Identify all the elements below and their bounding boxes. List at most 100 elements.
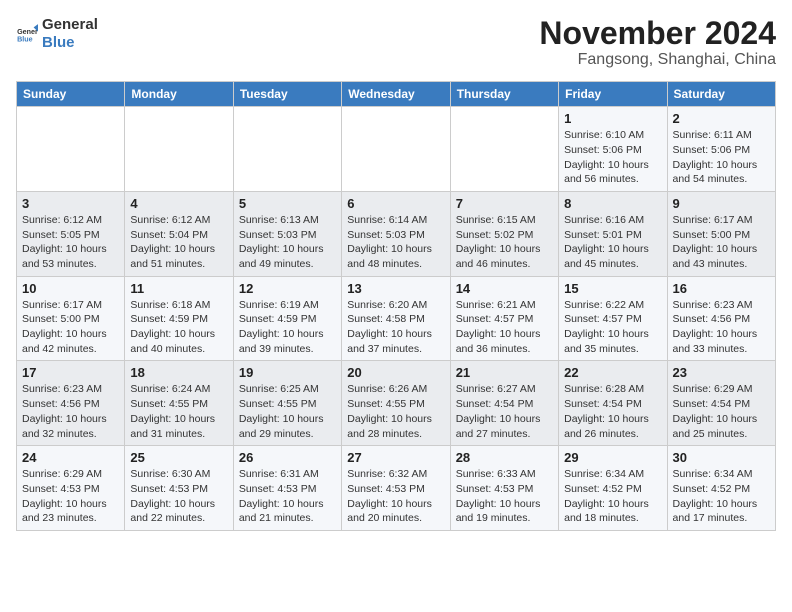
calendar-cell: 2 Sunrise: 6:11 AM Sunset: 5:06 PM Daylig…	[667, 107, 775, 192]
cell-info: Sunrise: 6:10 AM Sunset: 5:06 PM Dayligh…	[564, 128, 661, 187]
calendar-cell: 22 Sunrise: 6:28 AM Sunset: 4:54 PM Dayli…	[559, 361, 667, 446]
calendar-cell: 7 Sunrise: 6:15 AM Sunset: 5:02 PM Daylig…	[450, 191, 558, 276]
calendar-day-header: Monday	[125, 82, 233, 107]
day-number: 9	[673, 196, 770, 211]
cell-info: Sunrise: 6:29 AM Sunset: 4:54 PM Dayligh…	[673, 382, 770, 441]
calendar-cell: 15 Sunrise: 6:22 AM Sunset: 4:57 PM Dayli…	[559, 276, 667, 361]
cell-info: Sunrise: 6:17 AM Sunset: 5:00 PM Dayligh…	[673, 213, 770, 272]
calendar-day-header: Wednesday	[342, 82, 450, 107]
cell-info: Sunrise: 6:22 AM Sunset: 4:57 PM Dayligh…	[564, 298, 661, 357]
cell-info: Sunrise: 6:12 AM Sunset: 5:04 PM Dayligh…	[130, 213, 227, 272]
calendar-cell: 6Sunrise: 6:14 AM Sunset: 5:03 PM Daylig…	[342, 191, 450, 276]
calendar-cell: 8 Sunrise: 6:16 AM Sunset: 5:01 PM Daylig…	[559, 191, 667, 276]
calendar-cell: 19Sunrise: 6:25 AM Sunset: 4:55 PM Dayli…	[233, 361, 341, 446]
calendar-cell: 16 Sunrise: 6:23 AM Sunset: 4:56 PM Dayli…	[667, 276, 775, 361]
calendar-cell	[17, 107, 125, 192]
cell-info: Sunrise: 6:26 AM Sunset: 4:55 PM Dayligh…	[347, 382, 444, 441]
day-number: 13	[347, 281, 444, 296]
logo-icon: General Blue	[16, 23, 38, 45]
calendar-cell	[233, 107, 341, 192]
day-number: 23	[673, 365, 770, 380]
calendar-cell	[125, 107, 233, 192]
calendar-day-header: Friday	[559, 82, 667, 107]
calendar-day-header: Thursday	[450, 82, 558, 107]
calendar-cell: 24Sunrise: 6:29 AM Sunset: 4:53 PM Dayli…	[17, 446, 125, 531]
day-number: 29	[564, 450, 661, 465]
cell-info: Sunrise: 6:33 AM Sunset: 4:53 PM Dayligh…	[456, 467, 553, 526]
day-number: 26	[239, 450, 336, 465]
cell-info: Sunrise: 6:15 AM Sunset: 5:02 PM Dayligh…	[456, 213, 553, 272]
day-number: 2	[673, 111, 770, 126]
calendar-cell: 23 Sunrise: 6:29 AM Sunset: 4:54 PM Dayli…	[667, 361, 775, 446]
cell-info: Sunrise: 6:18 AM Sunset: 4:59 PM Dayligh…	[130, 298, 227, 357]
cell-info: Sunrise: 6:27 AM Sunset: 4:54 PM Dayligh…	[456, 382, 553, 441]
cell-info: Sunrise: 6:19 AM Sunset: 4:59 PM Dayligh…	[239, 298, 336, 357]
calendar-table: SundayMondayTuesdayWednesdayThursdayFrid…	[16, 81, 776, 531]
day-number: 16	[673, 281, 770, 296]
page-title: November 2024	[539, 16, 776, 51]
calendar-cell: 26Sunrise: 6:31 AM Sunset: 4:53 PM Dayli…	[233, 446, 341, 531]
day-number: 5	[239, 196, 336, 211]
cell-info: Sunrise: 6:17 AM Sunset: 5:00 PM Dayligh…	[22, 298, 119, 357]
day-number: 7	[456, 196, 553, 211]
day-number: 20	[347, 365, 444, 380]
svg-text:Blue: Blue	[17, 36, 33, 44]
calendar-day-header: Sunday	[17, 82, 125, 107]
cell-info: Sunrise: 6:11 AM Sunset: 5:06 PM Dayligh…	[673, 128, 770, 187]
cell-info: Sunrise: 6:28 AM Sunset: 4:54 PM Dayligh…	[564, 382, 661, 441]
calendar-week-row: 10 Sunrise: 6:17 AM Sunset: 5:00 PM Dayli…	[17, 276, 776, 361]
cell-info: Sunrise: 6:12 AM Sunset: 5:05 PM Dayligh…	[22, 213, 119, 272]
calendar-day-header: Saturday	[667, 82, 775, 107]
calendar-week-row: 24Sunrise: 6:29 AM Sunset: 4:53 PM Dayli…	[17, 446, 776, 531]
cell-info: Sunrise: 6:16 AM Sunset: 5:01 PM Dayligh…	[564, 213, 661, 272]
day-number: 10	[22, 281, 119, 296]
calendar-cell: 4 Sunrise: 6:12 AM Sunset: 5:04 PM Daylig…	[125, 191, 233, 276]
calendar-cell: 28Sunrise: 6:33 AM Sunset: 4:53 PM Dayli…	[450, 446, 558, 531]
calendar-cell: 17Sunrise: 6:23 AM Sunset: 4:56 PM Dayli…	[17, 361, 125, 446]
cell-info: Sunrise: 6:23 AM Sunset: 4:56 PM Dayligh…	[673, 298, 770, 357]
day-number: 6	[347, 196, 444, 211]
calendar-week-row: 1Sunrise: 6:10 AM Sunset: 5:06 PM Daylig…	[17, 107, 776, 192]
day-number: 27	[347, 450, 444, 465]
svg-text:General: General	[17, 28, 38, 36]
day-number: 14	[456, 281, 553, 296]
day-number: 8	[564, 196, 661, 211]
calendar-cell: 13 Sunrise: 6:20 AM Sunset: 4:58 PM Dayli…	[342, 276, 450, 361]
cell-info: Sunrise: 6:25 AM Sunset: 4:55 PM Dayligh…	[239, 382, 336, 441]
calendar-cell: 21 Sunrise: 6:27 AM Sunset: 4:54 PM Dayli…	[450, 361, 558, 446]
page-subtitle: Fangsong, Shanghai, China	[539, 51, 776, 69]
logo-general-text: General Blue	[42, 16, 98, 52]
calendar-cell: 11Sunrise: 6:18 AM Sunset: 4:59 PM Dayli…	[125, 276, 233, 361]
day-number: 18	[130, 365, 227, 380]
calendar-week-row: 17Sunrise: 6:23 AM Sunset: 4:56 PM Dayli…	[17, 361, 776, 446]
calendar-day-header: Tuesday	[233, 82, 341, 107]
calendar-cell	[342, 107, 450, 192]
title-block: November 2024 Fangsong, Shanghai, China	[539, 16, 776, 69]
calendar-cell: 27Sunrise: 6:32 AM Sunset: 4:53 PM Dayli…	[342, 446, 450, 531]
calendar-cell: 14 Sunrise: 6:21 AM Sunset: 4:57 PM Dayli…	[450, 276, 558, 361]
day-number: 12	[239, 281, 336, 296]
calendar-cell	[450, 107, 558, 192]
calendar-header-row: SundayMondayTuesdayWednesdayThursdayFrid…	[17, 82, 776, 107]
cell-info: Sunrise: 6:13 AM Sunset: 5:03 PM Dayligh…	[239, 213, 336, 272]
cell-info: Sunrise: 6:23 AM Sunset: 4:56 PM Dayligh…	[22, 382, 119, 441]
day-number: 21	[456, 365, 553, 380]
day-number: 4	[130, 196, 227, 211]
cell-info: Sunrise: 6:29 AM Sunset: 4:53 PM Dayligh…	[22, 467, 119, 526]
calendar-cell: 10 Sunrise: 6:17 AM Sunset: 5:00 PM Dayli…	[17, 276, 125, 361]
page-header: General Blue General Blue November 2024 …	[16, 16, 776, 69]
cell-info: Sunrise: 6:20 AM Sunset: 4:58 PM Dayligh…	[347, 298, 444, 357]
day-number: 15	[564, 281, 661, 296]
cell-info: Sunrise: 6:21 AM Sunset: 4:57 PM Dayligh…	[456, 298, 553, 357]
calendar-cell: 20 Sunrise: 6:26 AM Sunset: 4:55 PM Dayli…	[342, 361, 450, 446]
calendar-cell: 25Sunrise: 6:30 AM Sunset: 4:53 PM Dayli…	[125, 446, 233, 531]
day-number: 22	[564, 365, 661, 380]
calendar-cell: 9 Sunrise: 6:17 AM Sunset: 5:00 PM Daylig…	[667, 191, 775, 276]
day-number: 30	[673, 450, 770, 465]
calendar-cell: 1Sunrise: 6:10 AM Sunset: 5:06 PM Daylig…	[559, 107, 667, 192]
calendar-cell: 5 Sunrise: 6:13 AM Sunset: 5:03 PM Daylig…	[233, 191, 341, 276]
calendar-cell: 29Sunrise: 6:34 AM Sunset: 4:52 PM Dayli…	[559, 446, 667, 531]
calendar-cell: 3Sunrise: 6:12 AM Sunset: 5:05 PM Daylig…	[17, 191, 125, 276]
cell-info: Sunrise: 6:34 AM Sunset: 4:52 PM Dayligh…	[673, 467, 770, 526]
calendar-cell: 18Sunrise: 6:24 AM Sunset: 4:55 PM Dayli…	[125, 361, 233, 446]
